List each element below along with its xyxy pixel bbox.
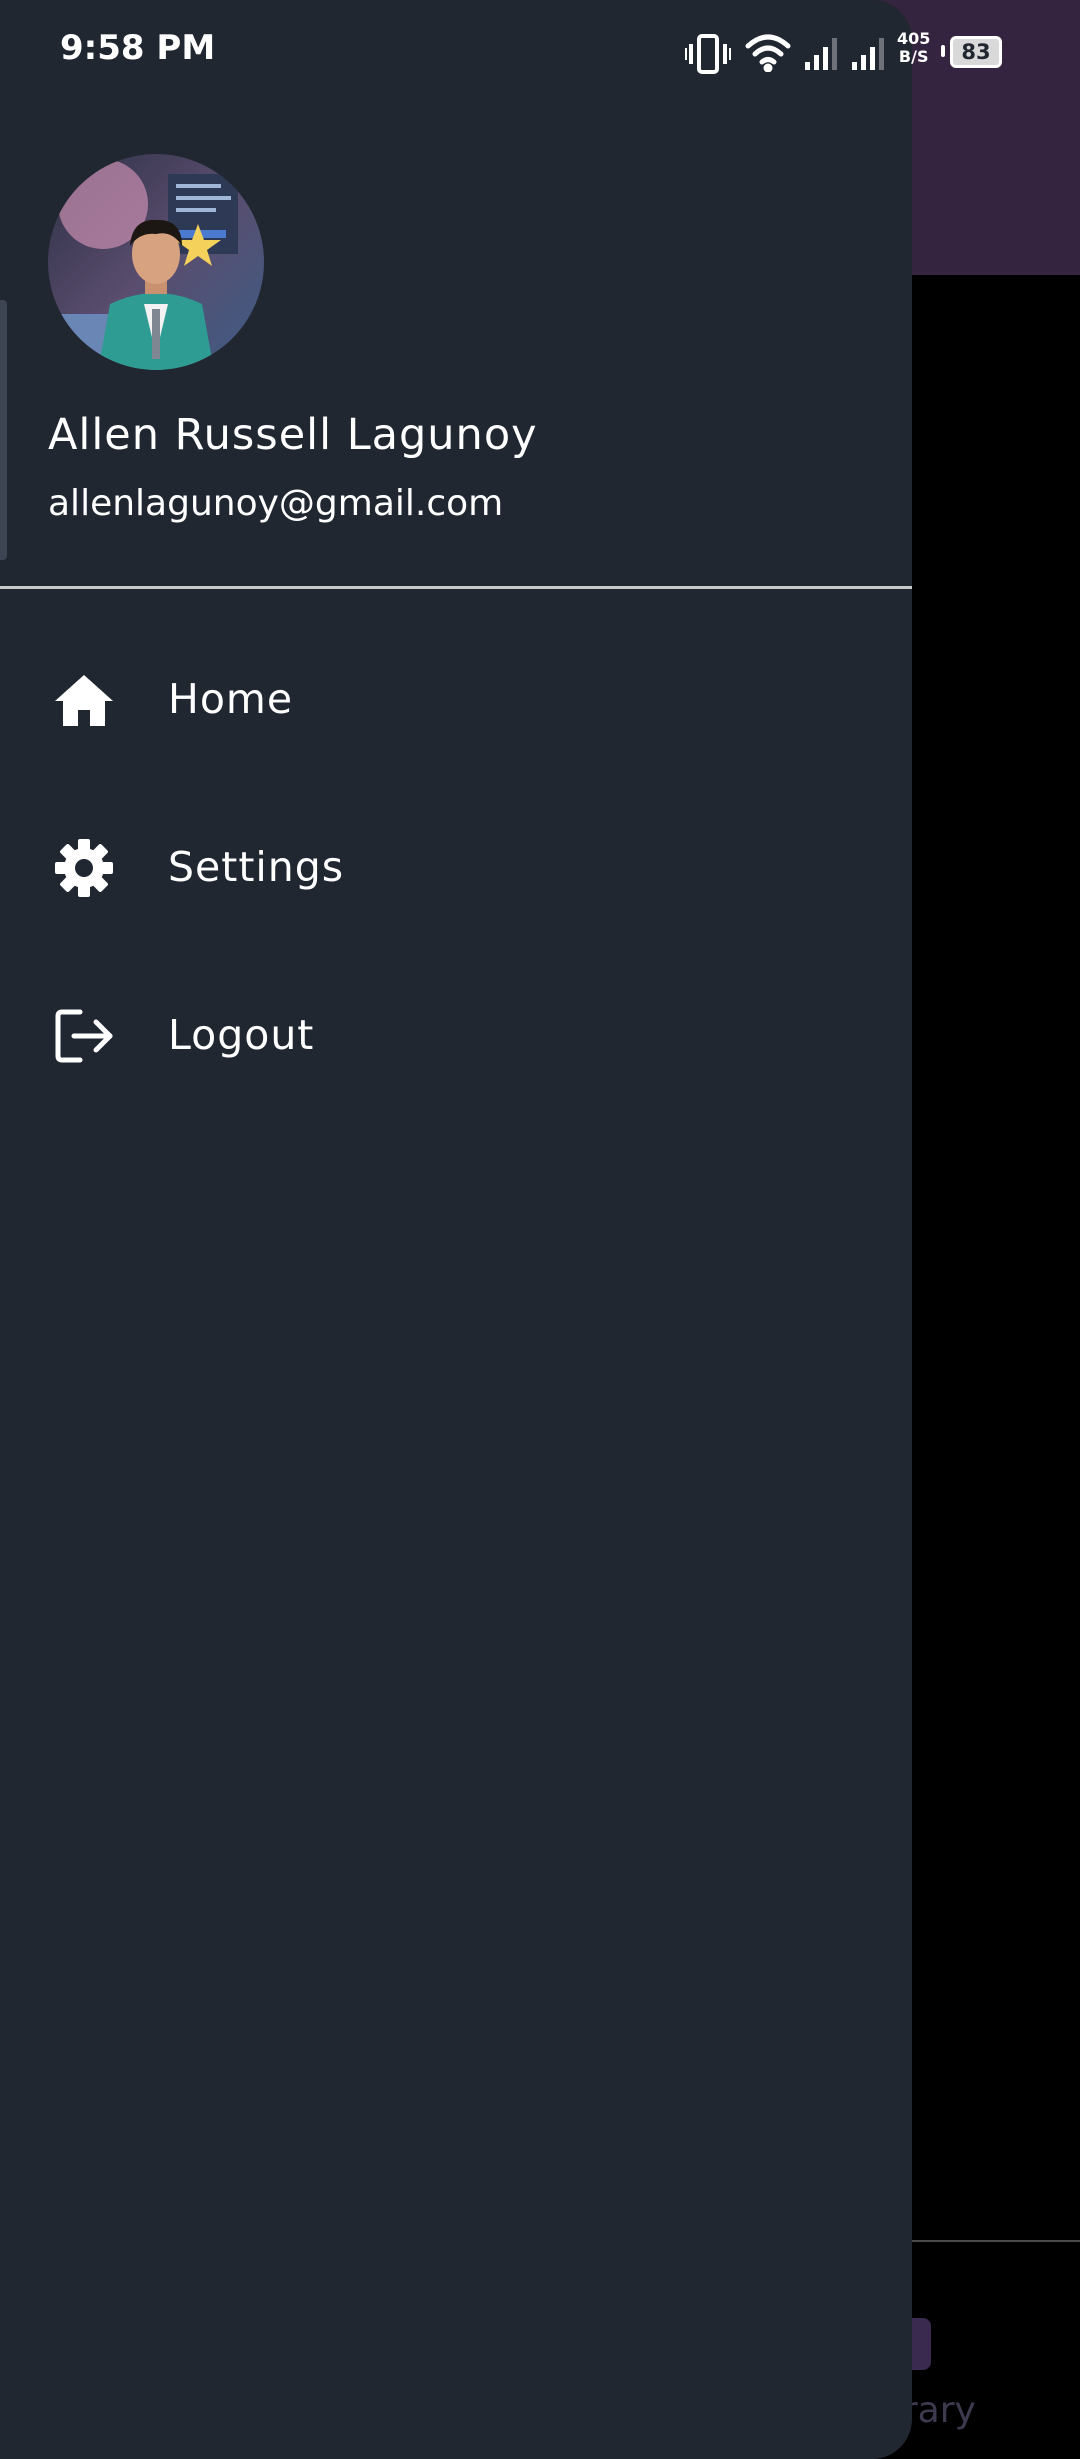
network-speed-value: 405 [897,29,931,48]
network-speed: 405 B/S [897,30,930,66]
avatar[interactable] [48,154,264,370]
signal-icon [803,36,839,76]
wifi-icon [745,32,791,76]
status-icons: 405 B/S 83 [685,30,1025,78]
navigation-drawer: Allen Russell Lagunoy allenlagunoy@gmail… [0,0,912,2459]
status-bar: 9:58 PM 405 B/S 83 [0,0,1080,105]
user-email: allenlagunoy@gmail.com [48,483,504,524]
drawer-item-logout-label: Logout [168,1011,315,1059]
vibrate-icon [685,34,733,78]
home-icon [52,668,116,732]
drawer-edge-handle[interactable] [0,300,7,560]
avatar-photo [48,154,264,370]
battery-tip [941,45,945,57]
logout-icon [52,1004,116,1068]
bottom-nav-divider [905,2240,1080,2242]
drawer-divider [0,586,912,589]
drawer-item-settings-label: Settings [168,843,345,891]
signal-icon [850,36,886,76]
drawer-item-logout[interactable]: Logout [0,971,912,1101]
gear-icon [52,836,116,900]
drawer-item-home-label: Home [168,675,294,723]
network-speed-unit: B/S [898,47,929,66]
drawer-item-home[interactable]: Home [0,635,912,765]
drawer-item-settings[interactable]: Settings [0,803,912,933]
battery-level: 83 [950,36,1002,68]
user-name: Allen Russell Lagunoy [48,410,538,460]
status-time: 9:58 PM [60,28,216,68]
